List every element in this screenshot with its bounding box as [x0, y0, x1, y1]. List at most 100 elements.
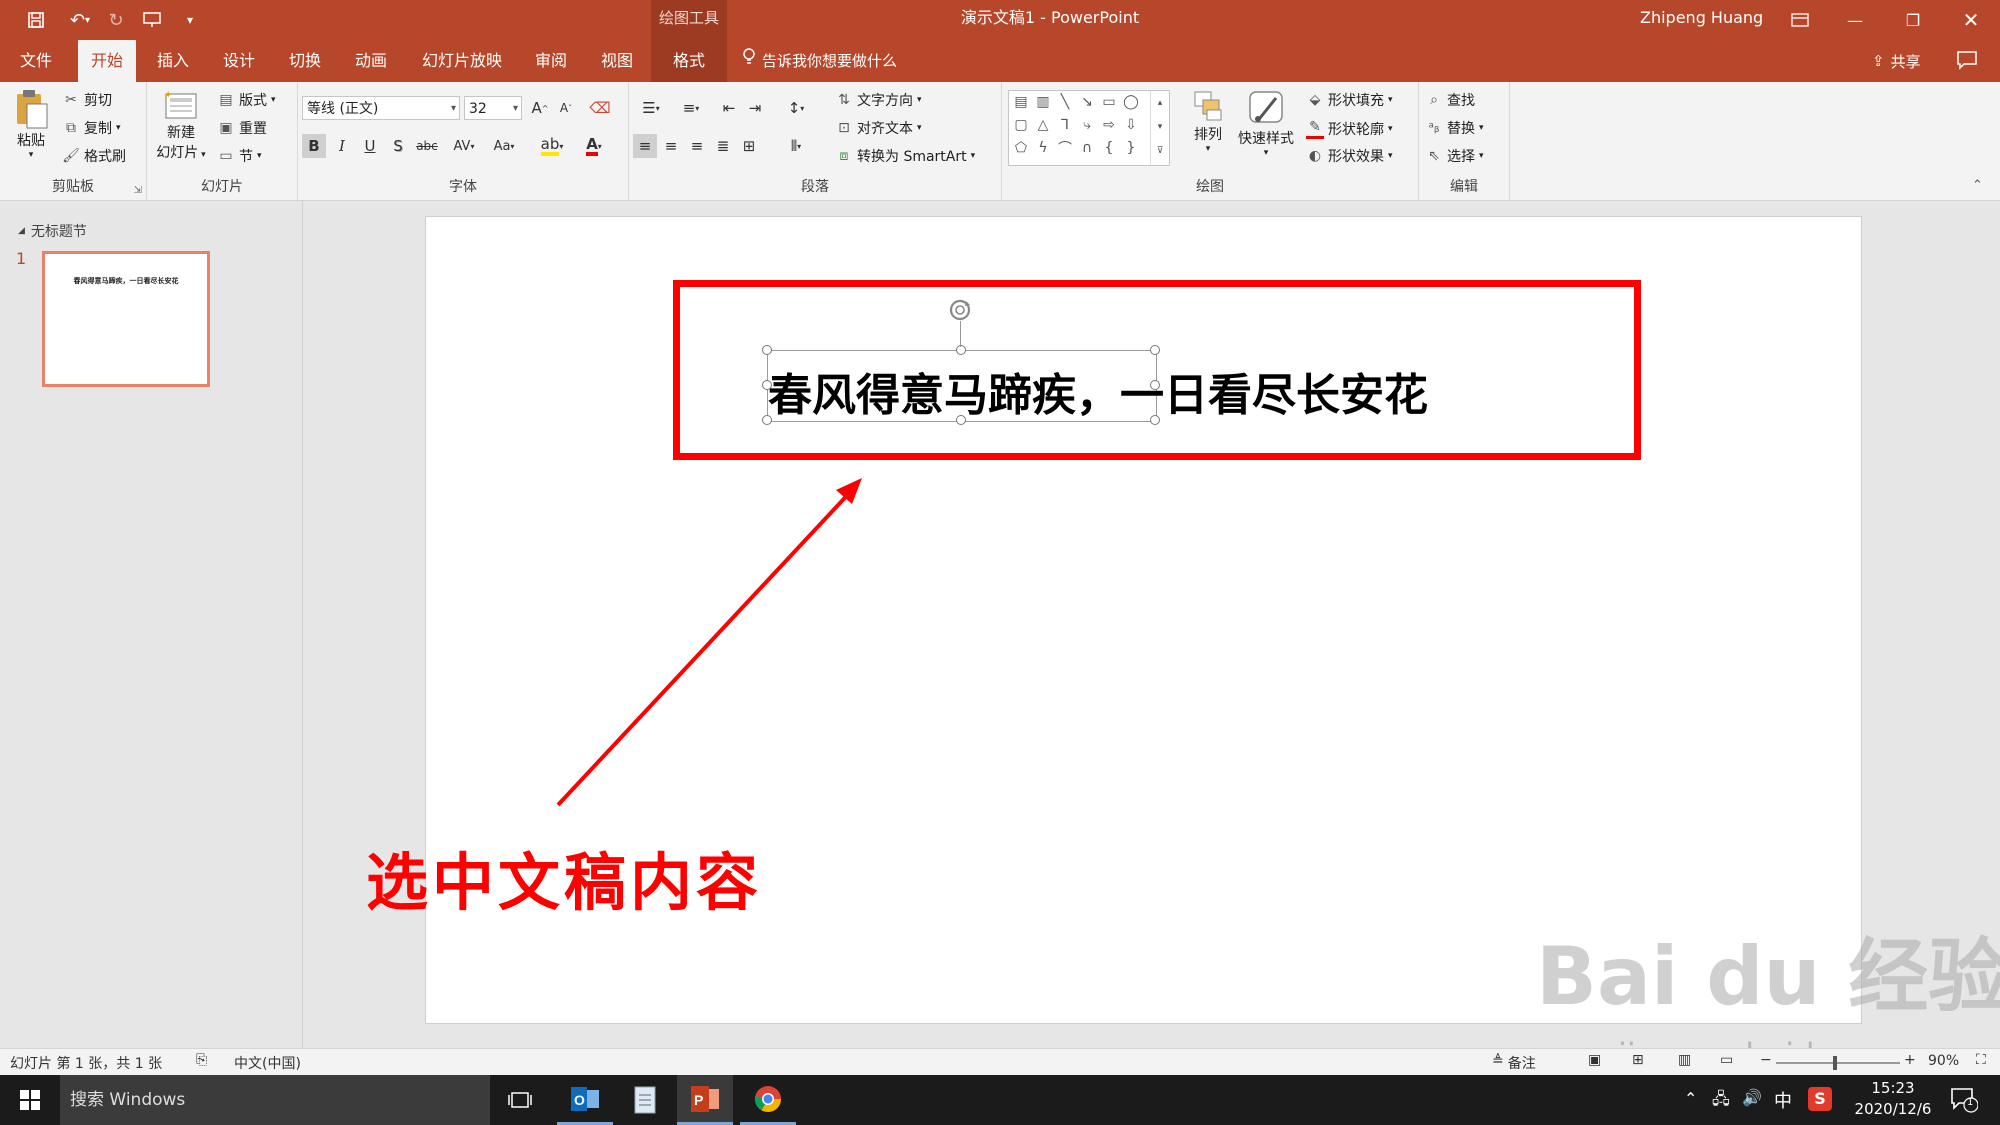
fit-to-window-icon[interactable]: ⛶	[1976, 1052, 1986, 1068]
replace-button[interactable]: ᵃᵦ 替换 ▾	[1425, 118, 1483, 138]
shape-outline-button[interactable]: ✎ 形状轮廓 ▾	[1306, 118, 1393, 139]
shapes-scroll-icon[interactable]: ▴ ▾ ⊽	[1150, 91, 1169, 165]
align-right-icon[interactable]: ≡	[685, 134, 709, 158]
align-center-icon[interactable]: ≡	[659, 134, 683, 158]
bullets-icon[interactable]: ☰ ▾	[633, 96, 669, 120]
tab-file[interactable]: 文件	[10, 40, 62, 82]
font-size-select[interactable]: 32 ▾	[464, 96, 522, 120]
taskbar-clock[interactable]: 15:23 2020/12/6	[1848, 1078, 1938, 1120]
spell-check-icon[interactable]: ⎘	[196, 1052, 207, 1068]
tab-home[interactable]: 开始	[78, 40, 136, 82]
new-slide-button[interactable]: ✦ 新建 幻灯片 ▾	[153, 88, 209, 162]
highlight-color-icon[interactable]: ab ▾	[534, 134, 570, 158]
comments-icon[interactable]	[1956, 50, 1980, 72]
rounded-rectangle-shape-icon[interactable]: ▢	[1011, 116, 1031, 134]
shape-fill-button[interactable]: ⬙ 形状填充 ▾	[1306, 90, 1393, 110]
close-icon[interactable]: ✕	[1946, 0, 1996, 40]
reading-view-icon[interactable]: ▥	[1678, 1052, 1691, 1068]
section-button[interactable]: ▭ 节 ▾	[217, 146, 261, 166]
tab-slideshow[interactable]: 幻灯片放映	[412, 40, 512, 82]
save-icon[interactable]	[22, 6, 50, 34]
redo-icon[interactable]: ↻	[102, 6, 130, 34]
volume-icon[interactable]: 🔊	[1742, 1088, 1762, 1107]
zoom-in-icon[interactable]: +	[1904, 1052, 1916, 1068]
windows-start-icon[interactable]	[2, 1075, 58, 1125]
curve-shape-icon[interactable]: ⌒	[1055, 139, 1075, 157]
align-text-button[interactable]: ⊡ 对齐文本 ▾	[835, 118, 921, 138]
shadow-button[interactable]: S	[386, 134, 410, 158]
bold-button[interactable]: B	[302, 134, 326, 158]
select-button[interactable]: ⇖ 选择 ▾	[1425, 146, 1483, 166]
slide-sorter-icon[interactable]: ⊞	[1632, 1052, 1644, 1068]
share-button[interactable]: ⇪ 共享	[1872, 40, 1921, 82]
right-arrow-shape-icon[interactable]: ⇨	[1099, 116, 1119, 134]
italic-button[interactable]: I	[330, 134, 354, 158]
tab-design[interactable]: 设计	[214, 40, 264, 82]
underline-button[interactable]: U	[358, 134, 382, 158]
character-spacing-button[interactable]: AV ▾	[446, 134, 482, 158]
arrow-shape-icon[interactable]: ↘	[1077, 93, 1097, 111]
powerpoint-icon[interactable]: P	[677, 1075, 733, 1125]
arc-shape-icon[interactable]: ∩	[1077, 139, 1097, 157]
user-name[interactable]: Zhipeng Huang	[1640, 0, 1770, 40]
tab-animations[interactable]: 动画	[346, 40, 396, 82]
collapse-ribbon-icon[interactable]: ⌃	[1972, 178, 1983, 193]
tab-insert[interactable]: 插入	[148, 40, 198, 82]
text-direction-button[interactable]: ⇅ 文字方向 ▾	[835, 90, 921, 110]
minimize-icon[interactable]: —	[1830, 0, 1880, 40]
chrome-icon[interactable]	[740, 1075, 796, 1125]
down-arrow-shape-icon[interactable]: ⇩	[1121, 116, 1141, 134]
quick-styles-button[interactable]: 快速样式 ▾	[1234, 88, 1298, 158]
line-shape-icon[interactable]: ╲	[1055, 93, 1075, 111]
find-button[interactable]: ⌕ 查找	[1425, 90, 1475, 110]
normal-view-icon[interactable]: ▣	[1588, 1052, 1601, 1068]
rectangle-shape-icon[interactable]: ▭	[1099, 93, 1119, 111]
ribbon-display-options-icon[interactable]	[1775, 0, 1825, 40]
ime-indicator[interactable]: 中	[1774, 1087, 1792, 1113]
paste-button[interactable]: 粘贴 ▾	[8, 88, 54, 160]
right-brace-icon[interactable]: }	[1121, 139, 1141, 157]
grow-font-icon[interactable]: A ^	[528, 96, 552, 120]
dialog-launcher-icon[interactable]: ⇲	[134, 185, 142, 196]
zoom-level[interactable]: 90%	[1928, 1053, 1959, 1069]
increase-indent-icon[interactable]: ⇥	[743, 96, 767, 120]
font-name-select[interactable]: 等线 (正文) ▾	[302, 96, 460, 120]
left-brace-icon[interactable]: {	[1099, 139, 1119, 157]
show-hidden-icons-icon[interactable]: ⌃	[1684, 1089, 1697, 1108]
tab-transitions[interactable]: 切换	[280, 40, 330, 82]
clear-formatting-icon[interactable]: ⌫	[588, 96, 612, 120]
notes-button[interactable]: ≜ 备注	[1492, 1053, 1536, 1073]
slide-thumbnail[interactable]: 春风得意马蹄疾，一日看尽长安花	[42, 251, 210, 387]
convert-smartart-button[interactable]: ⧈ 转换为 SmartArt ▾	[835, 146, 976, 166]
slideshow-view-icon[interactable]: ▭	[1720, 1052, 1733, 1068]
format-painter-button[interactable]: 🖌 格式刷	[62, 146, 126, 166]
freeform-shape-icon[interactable]: ⬠	[1011, 139, 1031, 157]
triangle-shape-icon[interactable]: △	[1033, 116, 1053, 134]
columns-icon[interactable]: ⫴ ▾	[779, 134, 813, 158]
taskbar-search[interactable]: 搜索 Windows	[60, 1075, 490, 1125]
zoom-slider-thumb[interactable]	[1833, 1056, 1837, 1070]
copy-button[interactable]: ⧉ 复制 ▾	[62, 118, 121, 138]
numbering-icon[interactable]: ≡ ▾	[673, 96, 709, 120]
reset-button[interactable]: ▣ 重置	[217, 118, 267, 138]
strikethrough-button[interactable]: abc	[412, 134, 442, 158]
zoom-out-icon[interactable]: −	[1760, 1052, 1772, 1068]
task-view-icon[interactable]	[492, 1075, 548, 1125]
shrink-font-icon[interactable]: Aˇ	[554, 96, 578, 120]
change-case-button[interactable]: Aa ▾	[486, 134, 522, 158]
restore-icon[interactable]: ❐	[1888, 0, 1938, 40]
scribble-shape-icon[interactable]: ϟ	[1033, 139, 1053, 157]
oval-shape-icon[interactable]: ◯	[1121, 93, 1141, 111]
arrange-button[interactable]: 排列 ▾	[1186, 88, 1230, 154]
tab-review[interactable]: 审阅	[526, 40, 576, 82]
justify-icon[interactable]: ≣	[711, 134, 735, 158]
zoom-slider[interactable]	[1776, 1056, 1900, 1070]
outlook-icon[interactable]: O	[557, 1075, 613, 1125]
cut-button[interactable]: ✂ 剪切	[62, 90, 112, 110]
start-presentation-icon[interactable]	[138, 6, 166, 34]
shape-effects-button[interactable]: ◐ 形状效果 ▾	[1306, 146, 1393, 166]
tab-format[interactable]: 格式	[651, 40, 727, 82]
sogou-ime-icon[interactable]: S	[1808, 1087, 1832, 1111]
elbow-arrow-icon[interactable]: ⤷	[1077, 116, 1097, 134]
distributed-icon[interactable]: ⊞	[737, 134, 761, 158]
